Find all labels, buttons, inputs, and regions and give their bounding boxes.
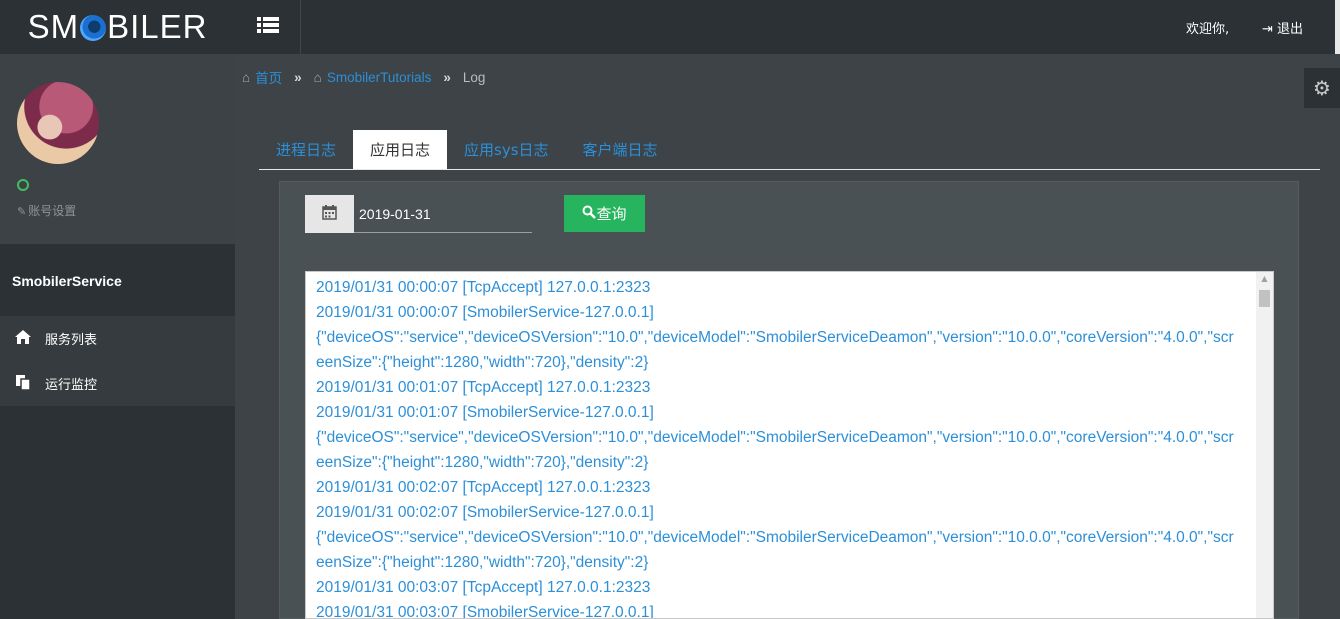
logout-button[interactable]: ⇥ 退出 [1262,18,1303,37]
logout-label: 退出 [1277,22,1304,37]
log-line: 2019/01/31 00:02:07 [TcpAccept] 127.0.0.… [316,479,651,496]
sidebar-item-label: 运行监控 [45,378,98,393]
account-settings-label: 账号设置 [28,204,77,218]
breadcrumb: ⌂ 首页 » ⌂ SmobilerTutorials » Log [242,67,485,87]
sidebar: SM BILER ✎ 账号设置 SmobilerService 服务列表 运行监控 [0,0,235,619]
top-bar: 欢迎你, ⇥ 退出 [235,0,1340,54]
copy-icon [15,374,45,394]
tab-client-log[interactable]: 客户端日志 [566,130,675,169]
log-line: {"deviceOS":"service","deviceOSVersion":… [316,329,1234,346]
home-icon: ⌂ [313,69,322,85]
search-icon [582,205,597,223]
sidebar-nav: 服务列表 运行监控 [0,316,235,406]
gear-icon: ⚙ [1313,76,1331,100]
breadcrumb-separator: » [443,69,451,85]
log-line: eenSize":{"height":1280,"width":720},"de… [316,454,649,471]
calendar-icon [322,204,337,224]
log-line: {"deviceOS":"service","deviceOSVersion":… [316,429,1234,446]
log-line: 2019/01/31 00:00:07 [SmobilerService-127… [316,304,654,321]
log-line: 2019/01/31 00:01:07 [TcpAccept] 127.0.0.… [316,379,651,396]
service-title: SmobilerService [0,244,235,316]
breadcrumb-project[interactable]: SmobilerTutorials [327,70,432,85]
logo-text-right: BILER [107,8,208,45]
breadcrumb-home[interactable]: 首页 [255,67,282,87]
date-input[interactable] [354,195,532,233]
user-profile: ✎ 账号设置 [0,54,235,244]
tab-app-log[interactable]: 应用日志 [353,130,448,169]
online-status-icon [17,179,29,191]
pencil-icon: ✎ [17,205,27,218]
log-line: 2019/01/31 00:03:07 [TcpAccept] 127.0.0.… [316,579,651,596]
home-icon [15,329,45,348]
date-picker [305,195,532,233]
log-scrollbar[interactable]: ▲ [1256,272,1273,618]
log-line: 2019/01/31 00:01:07 [SmobilerService-127… [316,404,654,421]
avatar[interactable] [17,82,99,164]
home-icon: ⌂ [242,69,251,85]
logout-icon: ⇥ [1262,22,1273,37]
welcome-text: 欢迎你, [1186,22,1230,37]
tab-process-log[interactable]: 进程日志 [259,130,353,169]
calendar-button[interactable] [305,195,354,233]
log-line: 2019/01/31 00:03:07 [SmobilerService-127… [316,604,654,619]
logo-swirl-icon [80,15,107,41]
sidebar-item-service-list[interactable]: 服务列表 [0,316,235,361]
log-textarea[interactable]: 2019/01/31 00:00:07 [TcpAccept] 127.0.0.… [305,271,1274,619]
log-line: 2019/01/31 00:02:07 [SmobilerService-127… [316,504,654,521]
settings-toggle-button[interactable]: ⚙ [1304,68,1340,108]
tab-app-sys-log[interactable]: 应用sys日志 [447,130,566,169]
logo-bar: SM BILER [0,0,235,54]
query-button[interactable]: 查询 [564,195,645,232]
scroll-up-arrow-icon[interactable]: ▲ [1256,274,1273,288]
sidebar-item-label: 服务列表 [45,333,98,348]
smobiler-logo[interactable]: SM BILER [28,8,208,46]
log-line: {"deviceOS":"service","deviceOSVersion":… [316,529,1234,546]
logo-text-left: SM [27,8,80,45]
log-line: eenSize":{"height":1280,"width":720},"de… [316,554,649,571]
log-content: 2019/01/31 00:00:07 [TcpAccept] 127.0.0.… [316,275,1246,619]
log-line: 2019/01/31 00:00:07 [TcpAccept] 127.0.0.… [316,279,651,296]
scroll-thumb[interactable] [1259,290,1270,307]
breadcrumb-current: Log [462,69,486,85]
sidebar-item-run-monitor[interactable]: 运行监控 [0,361,235,406]
account-settings-link[interactable]: ✎ 账号设置 [17,202,76,219]
log-tabs: 进程日志 应用日志 应用sys日志 客户端日志 [259,130,1320,170]
breadcrumb-separator: » [294,69,302,85]
list-icon [256,17,279,37]
log-line: eenSize":{"height":1280,"width":720},"de… [316,354,649,371]
query-label: 查询 [596,206,627,223]
menu-toggle-button[interactable] [235,0,301,54]
window-edge [1335,0,1340,54]
